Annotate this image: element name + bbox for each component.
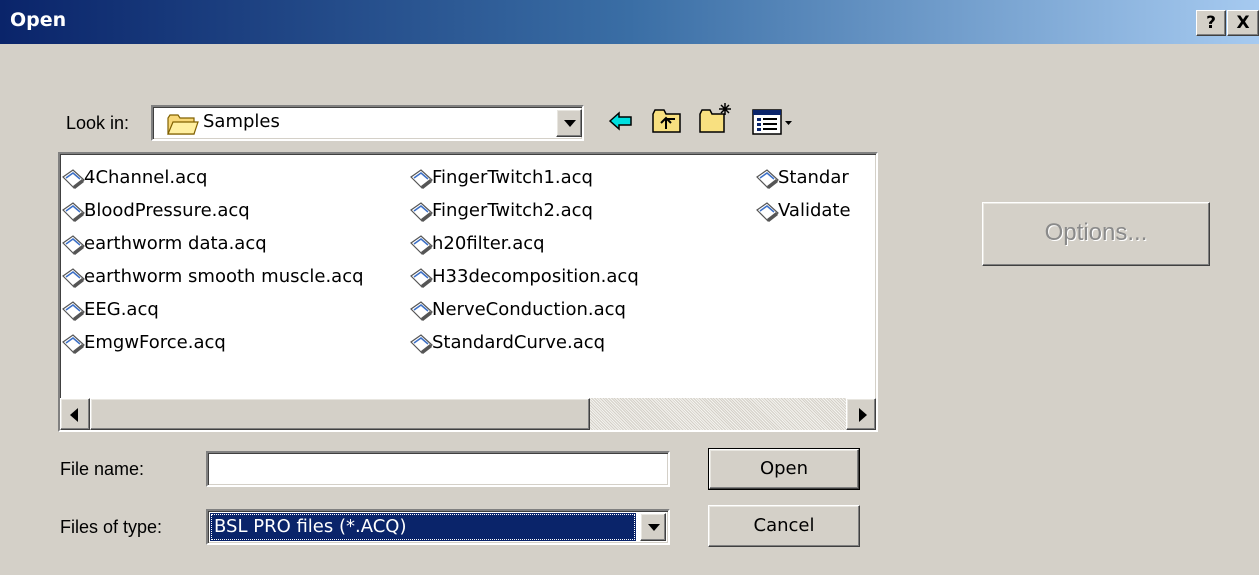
file-name-label: File name: <box>60 459 145 479</box>
scroll-left-button[interactable] <box>60 398 90 430</box>
file-name: FingerTwitch1.acq <box>432 167 593 188</box>
folder-up-icon <box>652 109 681 133</box>
acq-file-icon <box>62 334 85 354</box>
scrollbar-thumb[interactable] <box>90 398 590 430</box>
up-one-level-button[interactable] <box>651 107 683 135</box>
file-type-value: BSL PRO files (*.ACQ) <box>210 513 636 541</box>
arrow-right-icon <box>859 408 867 422</box>
file-item[interactable]: Standar <box>754 166 874 196</box>
look-in-label: Look in: <box>66 113 130 133</box>
file-name: StandardCurve.acq <box>432 332 606 353</box>
file-type-combo[interactable]: BSL PRO files (*.ACQ) <box>206 509 670 545</box>
acq-file-icon <box>62 301 85 321</box>
file-type-label: Files of type: <box>60 517 163 537</box>
acq-file-icon <box>62 202 85 222</box>
look-in-combo[interactable]: Samples <box>151 105 584 141</box>
file-type-dropdown-button[interactable] <box>640 513 666 541</box>
look-in-dropdown-button[interactable] <box>556 109 582 137</box>
close-button[interactable]: X <box>1227 10 1259 36</box>
chevron-down-icon <box>564 120 576 127</box>
acq-file-icon <box>410 334 433 354</box>
folder-icon <box>167 114 199 135</box>
file-name: Standar <box>778 167 849 188</box>
file-name: earthworm data.acq <box>84 233 267 254</box>
file-name: NerveConduction.acq <box>432 299 626 320</box>
arrow-left-icon <box>608 111 632 131</box>
horizontal-scrollbar[interactable] <box>60 398 876 430</box>
acq-file-icon <box>62 268 85 288</box>
acq-file-icon <box>410 202 433 222</box>
file-name-input[interactable] <box>206 451 670 487</box>
file-name: BloodPressure.acq <box>84 200 250 221</box>
acq-file-icon <box>410 169 433 189</box>
acq-file-icon <box>410 301 433 321</box>
file-name: earthworm smooth muscle.acq <box>84 266 364 287</box>
file-name: EEG.acq <box>84 299 159 320</box>
open-button-face: Open <box>709 449 859 489</box>
window-title: Open <box>10 9 67 31</box>
acq-file-icon <box>410 235 433 255</box>
back-button[interactable] <box>608 110 634 132</box>
open-button[interactable]: Open <box>708 448 860 490</box>
file-name: H33decomposition.acq <box>432 266 639 287</box>
view-list-icon <box>752 109 792 135</box>
look-in-value: Samples <box>203 111 280 132</box>
acq-file-icon <box>756 202 779 222</box>
view-menu-button[interactable] <box>752 108 794 136</box>
options-button[interactable]: Options... <box>982 202 1210 266</box>
scroll-right-button[interactable] <box>846 398 876 430</box>
chevron-down-icon <box>648 524 660 531</box>
file-name: FingerTwitch2.acq <box>432 200 593 221</box>
cancel-button[interactable]: Cancel <box>708 505 860 547</box>
file-name: Validate <box>778 200 851 221</box>
file-list[interactable]: 4Channel.acq BloodPressure.acq earthworm… <box>58 152 878 432</box>
acq-file-icon <box>62 235 85 255</box>
file-name: 4Channel.acq <box>84 167 208 188</box>
create-new-folder-button[interactable] <box>698 101 734 135</box>
acq-file-icon <box>756 169 779 189</box>
acq-file-icon <box>62 169 85 189</box>
help-button[interactable]: ? <box>1196 10 1226 36</box>
file-name: h20filter.acq <box>432 233 545 254</box>
acq-file-icon <box>410 268 433 288</box>
arrow-left-icon <box>70 408 78 422</box>
file-name: EmgwForce.acq <box>84 332 226 353</box>
title-bar[interactable]: Open ? X <box>0 0 1259 44</box>
file-item[interactable]: Validate <box>754 199 874 229</box>
new-folder-icon <box>699 103 731 133</box>
close-icon: X <box>1236 13 1250 33</box>
